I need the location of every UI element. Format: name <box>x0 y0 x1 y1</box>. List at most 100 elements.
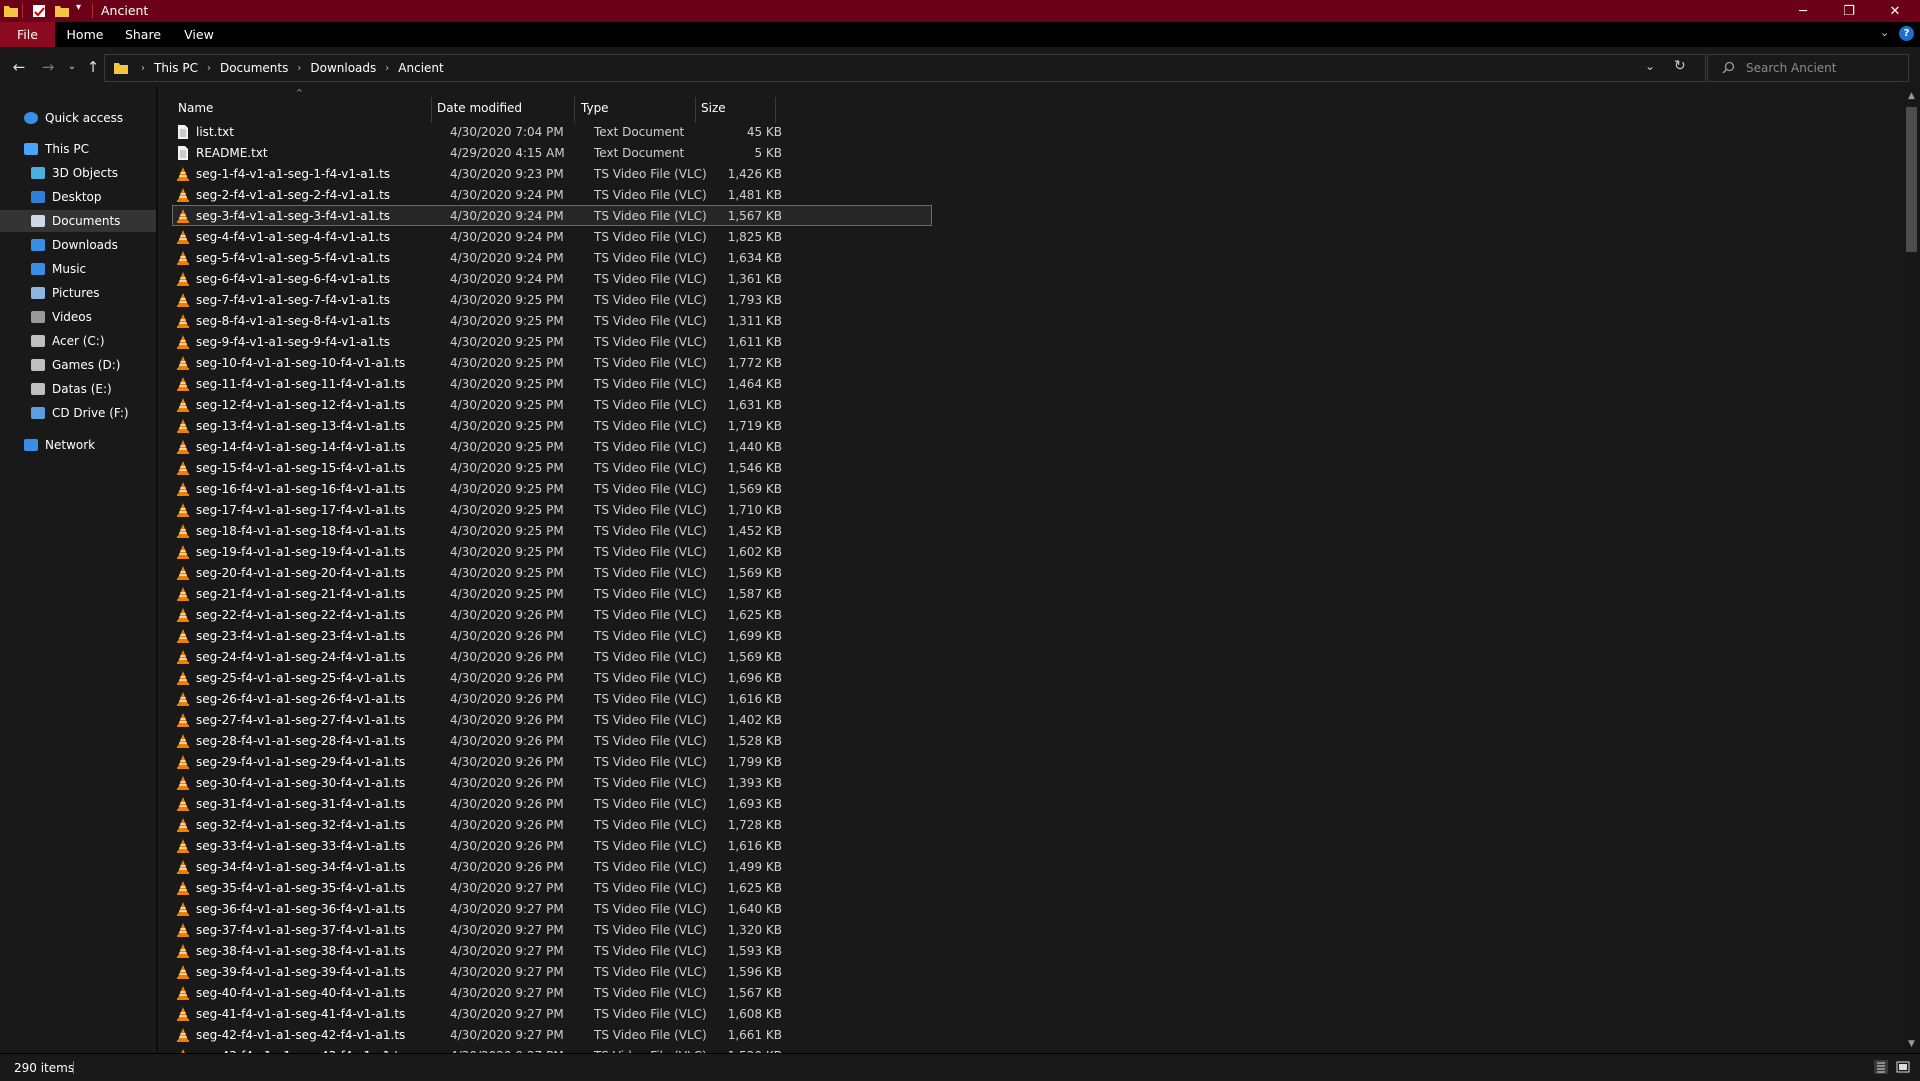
file-row[interactable]: seg-39-f4-v1-a1-seg-39-f4-v1-a1.ts 4/30/2… <box>172 961 932 982</box>
expand-ribbon-chevron-icon[interactable]: ⌄ <box>1880 26 1889 39</box>
file-row[interactable]: seg-35-f4-v1-a1-seg-35-f4-v1-a1.ts 4/30/2… <box>172 877 932 898</box>
tab-home[interactable]: Home <box>64 22 106 47</box>
file-row[interactable]: seg-29-f4-v1-a1-seg-29-f4-v1-a1.ts 4/30/2… <box>172 751 932 772</box>
file-row[interactable]: seg-14-f4-v1-a1-seg-14-f4-v1-a1.ts 4/30/2… <box>172 436 932 457</box>
close-button[interactable]: ✕ <box>1872 0 1918 22</box>
column-separator[interactable] <box>775 97 776 123</box>
address-bar[interactable]: › This PC › Documents › Downloads › Anci… <box>104 54 1706 82</box>
file-row[interactable]: seg-17-f4-v1-a1-seg-17-f4-v1-a1.ts 4/30/2… <box>172 499 932 520</box>
breadcrumb-separator-icon[interactable]: › <box>207 63 211 74</box>
file-row[interactable]: seg-33-f4-v1-a1-seg-33-f4-v1-a1.ts 4/30/2… <box>172 835 932 856</box>
address-history-chevron-icon[interactable]: ⌄ <box>1645 59 1655 73</box>
file-row[interactable]: seg-1-f4-v1-a1-seg-1-f4-v1-a1.ts 4/30/202… <box>172 163 932 184</box>
sidebar-item-music[interactable]: Music <box>0 258 156 280</box>
file-row[interactable]: seg-22-f4-v1-a1-seg-22-f4-v1-a1.ts 4/30/2… <box>172 604 932 625</box>
sidebar-item-acer-c[interactable]: Acer (C:) <box>0 330 156 352</box>
column-separator[interactable] <box>695 97 696 123</box>
back-arrow-icon[interactable]: ← <box>9 57 29 77</box>
tab-share[interactable]: Share <box>122 22 164 47</box>
file-row[interactable]: seg-31-f4-v1-a1-seg-31-f4-v1-a1.ts 4/30/2… <box>172 793 932 814</box>
file-row[interactable]: seg-24-f4-v1-a1-seg-24-f4-v1-a1.ts 4/30/2… <box>172 646 932 667</box>
sidebar-item-cd-drive-f[interactable]: CD Drive (F:) <box>0 402 156 424</box>
sidebar-item-downloads[interactable]: Downloads <box>0 234 156 256</box>
breadcrumb-documents[interactable]: Documents <box>220 61 288 75</box>
recent-locations-chevron-icon[interactable]: ⌄ <box>62 57 82 77</box>
tab-file[interactable]: File <box>0 22 55 47</box>
sidebar-item-3d-objects[interactable]: 3D Objects <box>0 162 156 184</box>
minimize-button[interactable]: ─ <box>1780 0 1826 22</box>
sidebar-item-games-d[interactable]: Games (D:) <box>0 354 156 376</box>
help-icon[interactable]: ? <box>1899 26 1914 41</box>
file-row[interactable]: seg-12-f4-v1-a1-seg-12-f4-v1-a1.ts 4/30/2… <box>172 394 932 415</box>
file-row[interactable]: seg-37-f4-v1-a1-seg-37-f4-v1-a1.ts 4/30/2… <box>172 919 932 940</box>
file-row[interactable]: seg-23-f4-v1-a1-seg-23-f4-v1-a1.ts 4/30/2… <box>172 625 932 646</box>
sidebar-item-videos[interactable]: Videos <box>0 306 156 328</box>
maximize-button[interactable]: ❐ <box>1826 0 1872 22</box>
scrollbar-thumb[interactable] <box>1906 107 1917 252</box>
large-icons-view-icon[interactable] <box>1896 1060 1910 1074</box>
tab-view[interactable]: View <box>178 22 220 47</box>
column-header-name[interactable]: Name <box>178 97 434 119</box>
file-row[interactable]: seg-40-f4-v1-a1-seg-40-f4-v1-a1.ts 4/30/2… <box>172 982 932 1003</box>
file-row[interactable]: seg-9-f4-v1-a1-seg-9-f4-v1-a1.ts 4/30/202… <box>172 331 932 352</box>
file-row[interactable]: seg-30-f4-v1-a1-seg-30-f4-v1-a1.ts 4/30/2… <box>172 772 932 793</box>
file-row[interactable]: seg-11-f4-v1-a1-seg-11-f4-v1-a1.ts 4/30/2… <box>172 373 932 394</box>
vertical-scrollbar[interactable]: ▲ ▼ <box>1903 87 1920 1053</box>
file-row[interactable]: seg-18-f4-v1-a1-seg-18-f4-v1-a1.ts 4/30/2… <box>172 520 932 541</box>
breadcrumb-separator-icon[interactable]: › <box>297 63 301 74</box>
search-input[interactable]: Search Ancient <box>1746 61 1836 75</box>
breadcrumb-this-pc[interactable]: This PC <box>154 61 198 75</box>
breadcrumb-ancient[interactable]: Ancient <box>398 61 443 75</box>
file-row[interactable]: list.txt 4/30/2020 7:04 PM Text Document 45… <box>172 121 932 142</box>
file-row[interactable]: seg-34-f4-v1-a1-seg-34-f4-v1-a1.ts 4/30/2… <box>172 856 932 877</box>
properties-icon[interactable] <box>31 3 47 19</box>
file-row[interactable]: README.txt 4/29/2020 4:15 AM Text Document… <box>172 142 932 163</box>
scroll-up-icon[interactable]: ▲ <box>1903 91 1920 101</box>
customize-toolbar-chevron-icon[interactable]: ▾ <box>76 2 81 13</box>
sidebar-item-network[interactable]: Network <box>0 434 156 456</box>
sidebar-item-pictures[interactable]: Pictures <box>0 282 156 304</box>
sidebar-item-datas-e[interactable]: Datas (E:) <box>0 378 156 400</box>
file-row[interactable]: seg-36-f4-v1-a1-seg-36-f4-v1-a1.ts 4/30/2… <box>172 898 932 919</box>
file-row[interactable]: seg-27-f4-v1-a1-seg-27-f4-v1-a1.ts 4/30/2… <box>172 709 932 730</box>
sidebar-item-desktop[interactable]: Desktop <box>0 186 156 208</box>
sidebar-item-documents[interactable]: Documents <box>0 210 156 232</box>
file-row[interactable]: seg-15-f4-v1-a1-seg-15-f4-v1-a1.ts 4/30/2… <box>172 457 932 478</box>
new-folder-icon[interactable] <box>54 3 70 19</box>
column-header-type[interactable]: Type <box>581 97 681 119</box>
forward-arrow-icon[interactable]: → <box>38 57 58 77</box>
file-row[interactable]: seg-21-f4-v1-a1-seg-21-f4-v1-a1.ts 4/30/2… <box>172 583 932 604</box>
file-row[interactable]: seg-32-f4-v1-a1-seg-32-f4-v1-a1.ts 4/30/2… <box>172 814 932 835</box>
file-row[interactable]: seg-38-f4-v1-a1-seg-38-f4-v1-a1.ts 4/30/2… <box>172 940 932 961</box>
file-row[interactable]: seg-28-f4-v1-a1-seg-28-f4-v1-a1.ts 4/30/2… <box>172 730 932 751</box>
sidebar-item-quick-access[interactable]: Quick access <box>0 107 156 129</box>
file-row[interactable]: seg-41-f4-v1-a1-seg-41-f4-v1-a1.ts 4/30/2… <box>172 1003 932 1024</box>
file-row[interactable]: seg-42-f4-v1-a1-seg-42-f4-v1-a1.ts 4/30/2… <box>172 1024 932 1045</box>
file-row[interactable]: seg-19-f4-v1-a1-seg-19-f4-v1-a1.ts 4/30/2… <box>172 541 932 562</box>
file-row[interactable]: seg-4-f4-v1-a1-seg-4-f4-v1-a1.ts 4/30/202… <box>172 226 932 247</box>
file-row[interactable]: seg-43-f4-v1-a1-seg-43-f4-v1-a1.ts4/30/2… <box>172 1045 932 1053</box>
file-row[interactable]: seg-16-f4-v1-a1-seg-16-f4-v1-a1.ts 4/30/2… <box>172 478 932 499</box>
file-row[interactable]: seg-26-f4-v1-a1-seg-26-f4-v1-a1.ts 4/30/2… <box>172 688 932 709</box>
column-header-size[interactable]: Size <box>701 97 781 119</box>
file-row[interactable]: seg-7-f4-v1-a1-seg-7-f4-v1-a1.ts 4/30/202… <box>172 289 932 310</box>
sidebar-item-this-pc[interactable]: This PC <box>0 138 156 160</box>
file-row[interactable]: seg-25-f4-v1-a1-seg-25-f4-v1-a1.ts 4/30/2… <box>172 667 932 688</box>
file-row[interactable]: seg-13-f4-v1-a1-seg-13-f4-v1-a1.ts 4/30/2… <box>172 415 932 436</box>
file-row[interactable]: seg-3-f4-v1-a1-seg-3-f4-v1-a1.ts 4/30/202… <box>172 205 932 226</box>
file-row[interactable]: seg-10-f4-v1-a1-seg-10-f4-v1-a1.ts 4/30/2… <box>172 352 932 373</box>
file-row[interactable]: seg-20-f4-v1-a1-seg-20-f4-v1-a1.ts 4/30/2… <box>172 562 932 583</box>
scroll-down-icon[interactable]: ▼ <box>1903 1039 1920 1049</box>
file-row[interactable]: seg-5-f4-v1-a1-seg-5-f4-v1-a1.ts 4/30/202… <box>172 247 932 268</box>
up-arrow-icon[interactable]: ↑ <box>83 57 103 77</box>
refresh-icon[interactable]: ↻ <box>1674 58 1686 74</box>
search-box[interactable]: Search Ancient <box>1707 54 1909 82</box>
file-row[interactable]: seg-6-f4-v1-a1-seg-6-f4-v1-a1.ts 4/30/202… <box>172 268 932 289</box>
file-row[interactable]: seg-2-f4-v1-a1-seg-2-f4-v1-a1.ts 4/30/202… <box>172 184 932 205</box>
breadcrumb-downloads[interactable]: Downloads <box>310 61 376 75</box>
file-row[interactable]: seg-8-f4-v1-a1-seg-8-f4-v1-a1.ts 4/30/202… <box>172 310 932 331</box>
column-separator[interactable] <box>431 97 432 123</box>
details-view-icon[interactable] <box>1874 1060 1888 1074</box>
column-header-date-modified[interactable]: Date modified <box>437 97 577 119</box>
column-separator[interactable] <box>574 97 575 123</box>
